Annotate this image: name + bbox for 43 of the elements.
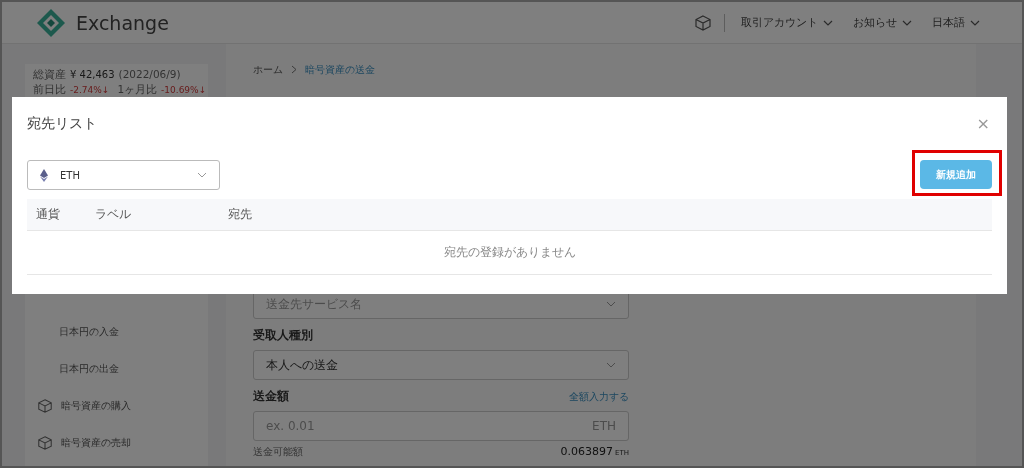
header-menu[interactable]: お知らせ	[849, 15, 916, 30]
close-button[interactable]: ×	[974, 114, 992, 133]
chevron-icon	[606, 362, 616, 368]
chevron-icon	[197, 172, 207, 178]
ethereum-icon	[40, 168, 48, 182]
total-assets-value: ¥ 42,463	[70, 68, 115, 82]
sidebar-item[interactable]: 暗号資産の購入	[61, 398, 131, 413]
chevron-icon	[823, 19, 833, 26]
cube-icon[interactable]	[694, 13, 712, 32]
empty-message: 宛先の登録がありません	[443, 244, 576, 261]
dialog-title: 宛先リスト	[27, 114, 97, 133]
day-change-label: 前日比	[33, 82, 66, 97]
amount-label: 送金額	[253, 388, 289, 405]
header-menu[interactable]: 取引アカウント	[737, 15, 837, 30]
logo-icon	[36, 7, 66, 38]
available-label: 送金可能額	[253, 445, 304, 459]
chevron-icon	[970, 19, 980, 26]
cube-icon	[37, 434, 53, 451]
chevron-icon	[606, 301, 616, 307]
sidebar-item[interactable]: 日本円の出金	[59, 361, 119, 376]
sidebar-item[interactable]: 暗号資産の売却	[61, 435, 131, 450]
column-header: 宛先	[228, 207, 252, 222]
chevron-icon	[291, 64, 297, 74]
total-assets-label: 総資産	[33, 67, 66, 82]
month-change-value: -10.69%↓	[161, 84, 207, 97]
recipient-type-label: 受取人種別	[253, 327, 314, 344]
recipient-select[interactable]: 本人への送金	[253, 350, 629, 380]
cube-icon	[37, 397, 53, 414]
column-header: ラベル	[95, 207, 131, 222]
fill-all-link[interactable]: 全額入力する	[569, 390, 629, 404]
add-new-button[interactable]: 新規追加	[920, 160, 992, 189]
column-header: 通貨	[36, 207, 60, 222]
header-menu[interactable]: 日本語	[928, 15, 984, 30]
month-change-label: 1ヶ月比	[117, 82, 158, 97]
day-change-value: -2.74%↓	[70, 84, 110, 97]
sidebar-item[interactable]: 日本円の入金	[59, 324, 119, 339]
logo-text: Exchange	[76, 11, 169, 34]
currency-select[interactable]: ETH	[27, 160, 220, 190]
asset-date: (2022/06/9)	[118, 67, 181, 82]
available-amount: 0.063897	[560, 445, 614, 458]
chevron-icon	[902, 19, 912, 26]
breadcrumb-link[interactable]: 暗号資産の送金	[305, 63, 375, 77]
breadcrumb-link[interactable]: ホーム	[253, 63, 283, 77]
